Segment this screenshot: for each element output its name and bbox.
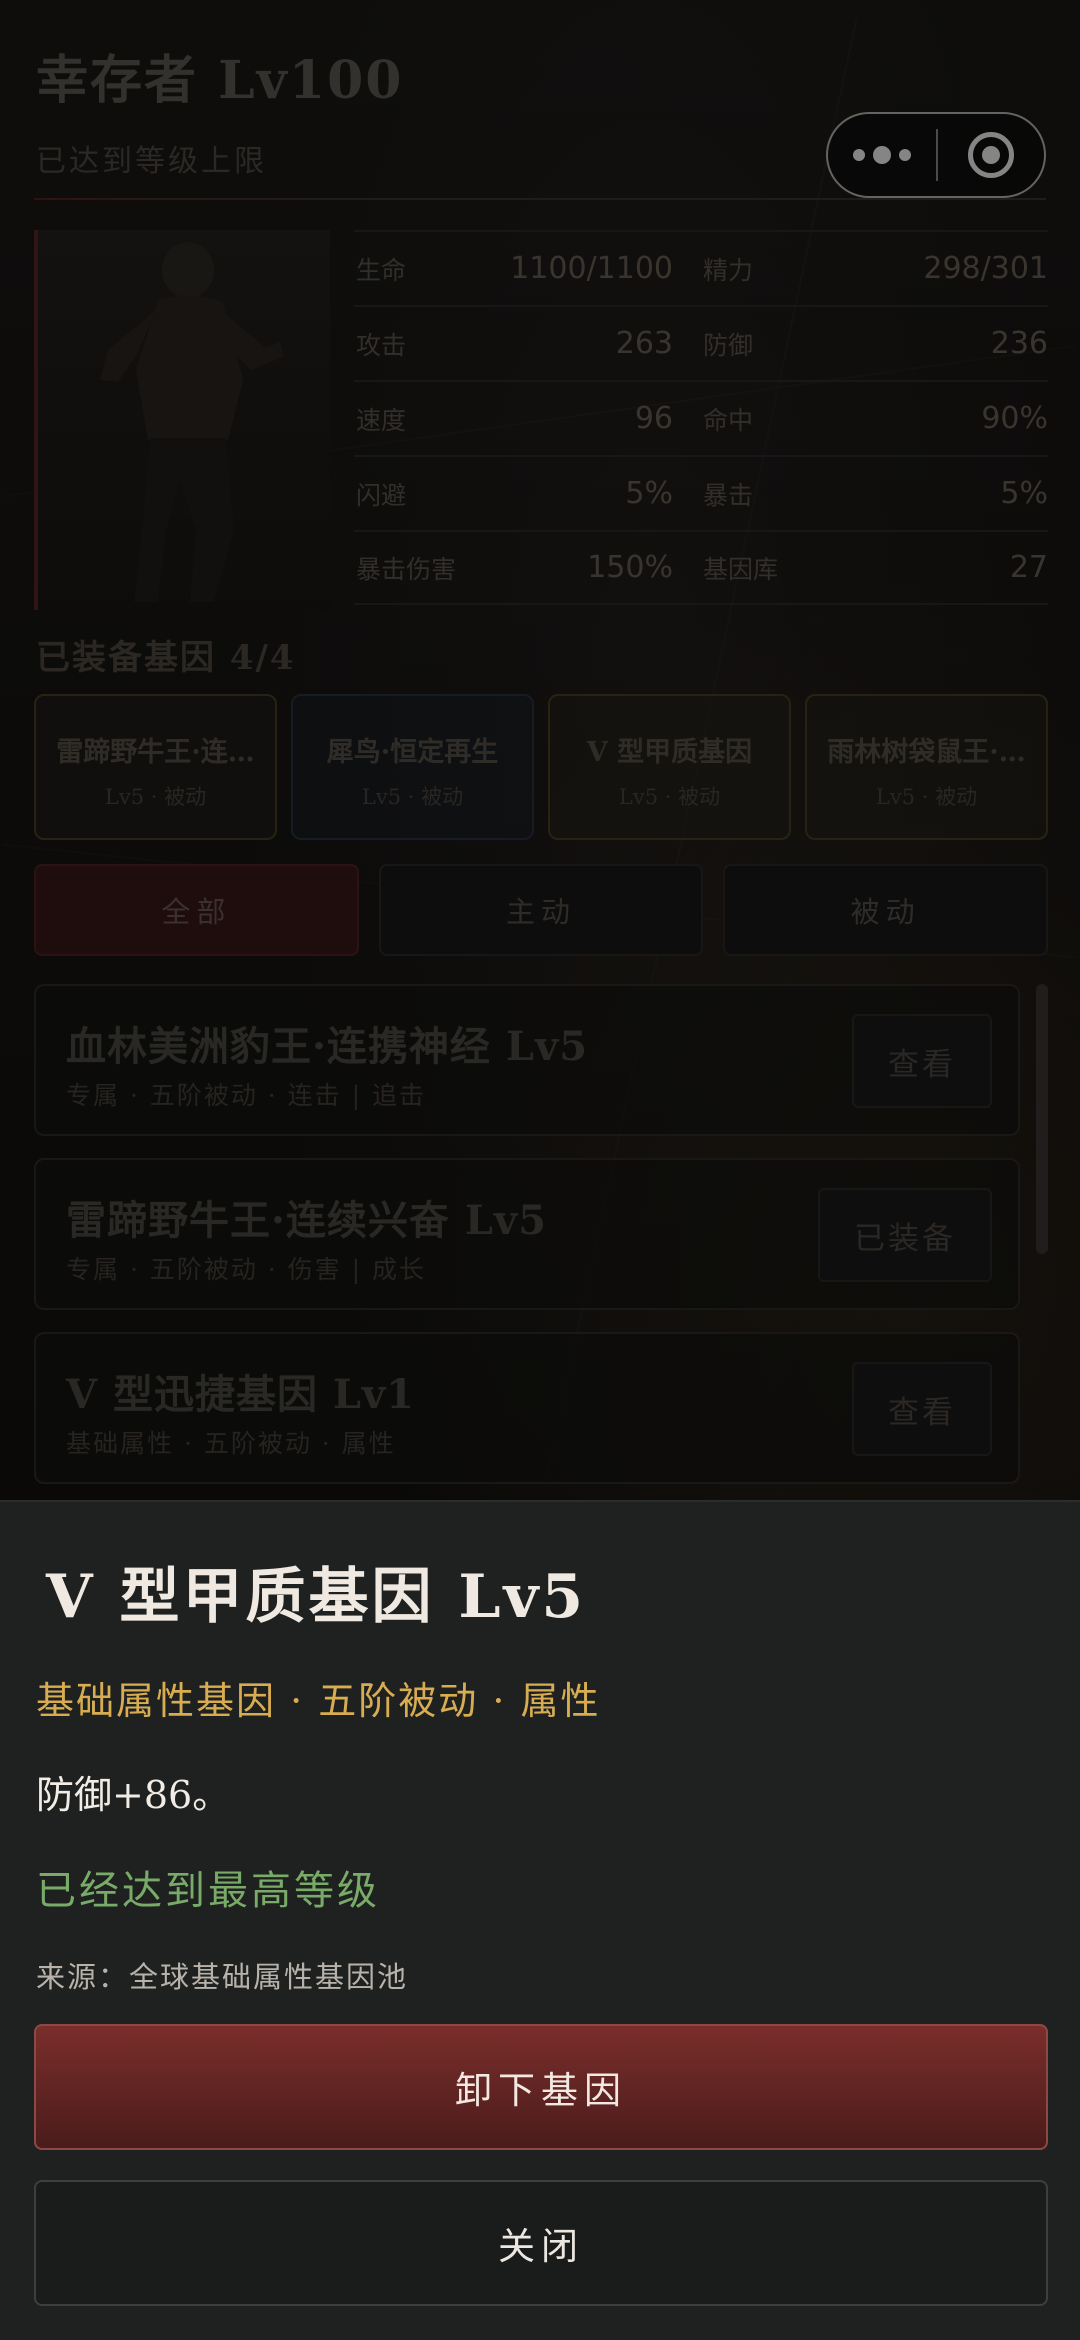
gene-name: 血林美洲豹王·连携神经 Lv5: [66, 1023, 589, 1070]
sheet-tags: 基础属性基因 · 五阶被动 · 属性: [36, 1679, 601, 1723]
tab-all[interactable]: 全部: [34, 864, 359, 956]
gene-name: 雷蹄野牛王·连续兴奋 Lv5: [66, 1197, 548, 1244]
gene-name: V 型迅捷基因 Lv1: [66, 1371, 416, 1418]
stat-gene-bank: 基因库 27: [703, 550, 1048, 585]
stat-evasion: 闪避 5%: [356, 476, 673, 511]
list-item: 血林美洲豹王·连携神经 Lv5 专属 · 五阶被动 · 连击 | 追击 查看: [34, 984, 1020, 1136]
stat-crit: 暴击 5%: [703, 476, 1048, 511]
page-subtitle: 已达到等级上限: [36, 144, 267, 179]
survivor-figure-image: [100, 242, 284, 602]
gene-list: 血林美洲豹王·连携神经 Lv5 专属 · 五阶被动 · 连击 | 追击 查看 雷…: [34, 984, 1020, 1506]
list-item: V 型迅捷基因 Lv1 基础属性 · 五阶被动 · 属性 查看: [34, 1332, 1020, 1484]
list-scrollbar[interactable]: [1036, 984, 1048, 1254]
equipped-gene-card[interactable]: 犀鸟·恒定再生 Lv5 · 被动: [291, 694, 534, 840]
app-screen: 幸存者 Lv100 已达到等级上限 生命 1100/1100 精力 298/301 …: [0, 0, 1080, 2340]
stat-energy: 精力 298/301: [703, 251, 1048, 286]
stat-speed: 速度 96: [356, 401, 673, 436]
equipped-gene-card[interactable]: V 型甲质基因 Lv5 · 被动: [548, 694, 791, 840]
stat-hp: 生命 1100/1100: [356, 251, 673, 286]
equipped-button[interactable]: 已装备: [818, 1188, 992, 1282]
sheet-effect: 防御+86。: [36, 1773, 231, 1817]
stat-attack: 攻击 263: [356, 326, 673, 361]
character-portrait: [34, 230, 330, 610]
view-button[interactable]: 查看: [852, 1014, 992, 1108]
tab-active[interactable]: 主动: [378, 864, 704, 956]
source-text: 来源：全球基础属性基因池: [36, 1960, 409, 1994]
gene-filter-tabs: 全部 主动 被动: [34, 864, 1049, 956]
gene-detail-sheet: V 型甲质基因 Lv5 基础属性基因 · 五阶被动 · 属性 防御+86。 已经…: [0, 1500, 1080, 2340]
max-level-text: 已经达到最高等级: [36, 1868, 380, 1914]
stat-row: 攻击 263 防御 236: [354, 305, 1048, 380]
gene-desc: 专属 · 五阶被动 · 伤害 | 成长: [66, 1255, 426, 1284]
stat-row: 生命 1100/1100 精力 298/301: [354, 230, 1048, 305]
gene-desc: 专属 · 五阶被动 · 连击 | 追击: [66, 1081, 426, 1110]
equipped-gene-card[interactable]: 雷蹄野牛王·连… Lv5 · 被动: [34, 694, 277, 840]
equipped-gene-cards: 雷蹄野牛王·连… Lv5 · 被动 犀鸟·恒定再生 Lv5 · 被动 V 型甲质…: [34, 694, 1048, 840]
stat-crit-damage: 暴击伤害 150%: [356, 550, 673, 585]
close-button[interactable]: 关闭: [34, 2180, 1048, 2306]
equipped-genes-title: 已装备基因 4/4: [36, 638, 296, 678]
equipped-gene-card[interactable]: 雨林树袋鼠王·… Lv5 · 被动: [805, 694, 1048, 840]
title-divider: [34, 198, 1046, 200]
sheet-title: V 型甲质基因 Lv5: [46, 1562, 587, 1632]
tab-passive[interactable]: 被动: [723, 864, 1049, 956]
stat-defense: 防御 236: [703, 326, 1048, 361]
list-item: 雷蹄野牛王·连续兴奋 Lv5 专属 · 五阶被动 · 伤害 | 成长 已装备: [34, 1158, 1020, 1310]
view-button[interactable]: 查看: [852, 1362, 992, 1456]
stats-table: 生命 1100/1100 精力 298/301 攻击 263 防御 236 速度 96 命…: [354, 230, 1048, 605]
target-close-icon[interactable]: [938, 114, 1044, 196]
stat-row: 闪避 5% 暴击 5%: [354, 455, 1048, 530]
gene-desc: 基础属性 · 五阶被动 · 属性: [66, 1429, 396, 1458]
mini-program-capsule: [826, 112, 1046, 198]
more-dots-icon[interactable]: [828, 114, 936, 196]
unequip-gene-button[interactable]: 卸下基因: [34, 2024, 1048, 2150]
stat-accuracy: 命中 90%: [703, 401, 1048, 436]
stat-row: 速度 96 命中 90%: [354, 380, 1048, 455]
stat-row: 暴击伤害 150% 基因库 27: [354, 530, 1048, 605]
page-title: 幸存者 Lv100: [36, 50, 404, 111]
